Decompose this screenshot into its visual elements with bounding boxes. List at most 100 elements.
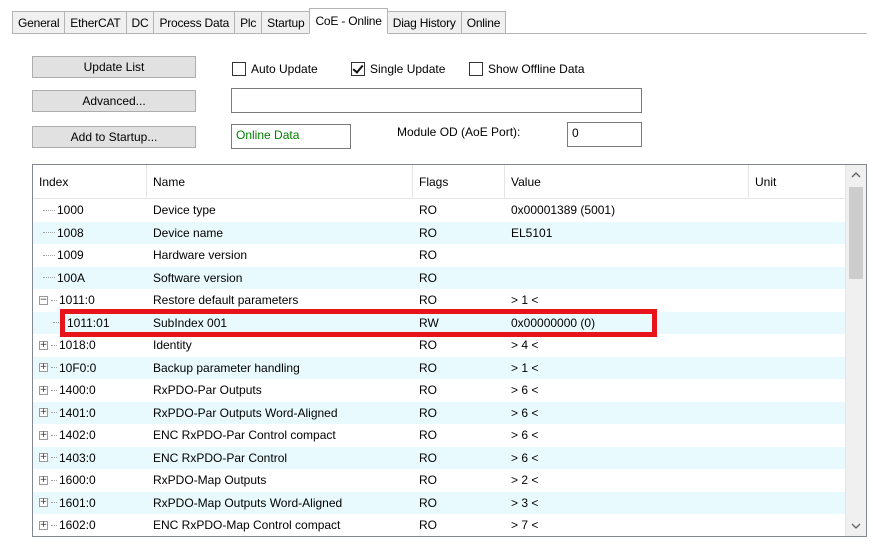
cell-index: +1601:0: [39, 492, 149, 515]
cell-name: Hardware version: [153, 248, 248, 263]
expand-icon[interactable]: +: [39, 475, 48, 485]
cell-flags: RW: [419, 315, 439, 330]
column-header-unit[interactable]: Unit: [749, 165, 845, 199]
table-row[interactable]: +1602:0 ENC RxPDO-Map Control compact RO > …: [33, 514, 845, 536]
cell-flags: RO: [419, 450, 437, 465]
tab-startup[interactable]: Startup: [261, 11, 311, 33]
cell-flags: RO: [419, 360, 437, 375]
tab-process-data[interactable]: Process Data: [153, 11, 236, 33]
collapse-icon[interactable]: −: [39, 295, 48, 305]
cell-name: Software version: [153, 270, 243, 285]
tab-dc[interactable]: DC: [125, 11, 155, 33]
coe-object-list[interactable]: Index Name Flags Value Unit 1000 Device t…: [32, 164, 867, 537]
table-row[interactable]: +1402:0 ENC RxPDO-Par Control compact RO > …: [33, 424, 845, 447]
expand-icon[interactable]: +: [39, 453, 48, 463]
index-text: 1000: [57, 203, 84, 218]
column-header-index[interactable]: Index: [33, 165, 147, 199]
update-list-button[interactable]: Update List: [32, 56, 196, 78]
cell-name: RxPDO-Par Outputs: [153, 383, 262, 398]
show-offline-data-checkbox[interactable]: Show Offline Data: [469, 61, 585, 77]
cell-index: +1018:0: [39, 334, 149, 357]
cell-index: 1000: [39, 199, 149, 222]
tab-plc[interactable]: Plc: [234, 11, 263, 33]
table-row[interactable]: +10F0:0 Backup parameter handling RO > 1 <: [33, 356, 845, 379]
expand-icon[interactable]: +: [39, 430, 48, 440]
index-text: 100A: [57, 270, 86, 285]
cell-unit: [755, 334, 843, 357]
add-to-startup-button[interactable]: Add to Startup...: [32, 126, 196, 148]
column-header-name[interactable]: Name: [147, 165, 413, 199]
cell-value: > 3 <: [511, 495, 539, 510]
cell-value: EL5101: [511, 225, 553, 240]
cell-name: Identity: [153, 338, 192, 353]
tree-line: [51, 367, 57, 369]
tab-online[interactable]: Online: [460, 11, 507, 33]
table-row[interactable]: +1401:0 RxPDO-Par Outputs Word-Aligned RO >…: [33, 401, 845, 424]
tree-line: [43, 254, 55, 256]
cell-index: +1402:0: [39, 424, 149, 447]
index-text: 1400:0: [59, 383, 96, 398]
cell-index: +1600:0: [39, 469, 149, 492]
table-row[interactable]: 1000 Device type RO 0x00001389 (5001): [33, 199, 845, 222]
list-rows: 1000 Device type RO 0x00001389 (5001) 1008 De…: [33, 199, 845, 536]
table-row[interactable]: 100A Software version RO: [33, 266, 845, 289]
cell-unit: [755, 469, 843, 492]
cell-name: SubIndex 001: [153, 315, 228, 330]
index-text: 1600:0: [59, 473, 96, 488]
module-od-input[interactable]: 0: [567, 122, 642, 147]
cell-name: RxPDO-Map Outputs: [153, 473, 267, 488]
table-row[interactable]: − 1011:0 Restore default parameters RO > 1 <: [33, 289, 845, 312]
tree-line: [51, 412, 57, 414]
cell-unit: [755, 244, 843, 267]
table-row[interactable]: +1600:0 RxPDO-Map Outputs RO > 2 <: [33, 469, 845, 492]
index-text: 1403:0: [59, 450, 96, 465]
table-row[interactable]: +1400:0 RxPDO-Par Outputs RO > 6 <: [33, 379, 845, 402]
tab-ethercat[interactable]: EtherCAT: [64, 11, 127, 33]
advanced-button[interactable]: Advanced...: [32, 90, 196, 112]
cell-name: RxPDO-Par Outputs Word-Aligned: [153, 405, 338, 420]
column-header-value[interactable]: Value: [505, 165, 749, 199]
tab-diag-history[interactable]: Diag History: [386, 11, 462, 33]
cell-flags: RO: [419, 270, 437, 285]
tab-general[interactable]: General: [12, 11, 66, 33]
tree-line: [43, 209, 55, 211]
auto-update-checkbox[interactable]: Auto Update: [232, 61, 318, 77]
cell-name: ENC RxPDO-Par Control: [153, 450, 288, 465]
column-header-flags[interactable]: Flags: [413, 165, 505, 199]
checkbox-box[interactable]: [232, 62, 246, 76]
table-row[interactable]: +1018:0 Identity RO > 4 <: [33, 334, 845, 357]
cell-flags: RO: [419, 405, 437, 420]
tree-line: [43, 232, 55, 234]
tree-line: [51, 434, 57, 436]
checkbox-box[interactable]: [469, 62, 483, 76]
cell-unit: [755, 424, 843, 447]
cell-flags: RO: [419, 248, 437, 263]
tree-line: [51, 344, 57, 346]
scrollbar-thumb[interactable]: [849, 187, 863, 279]
expand-icon[interactable]: +: [39, 520, 48, 530]
single-update-checkbox[interactable]: Single Update: [351, 61, 445, 77]
cell-name: ENC RxPDO-Map Control compact: [153, 518, 341, 533]
checkbox-box[interactable]: [351, 62, 365, 76]
cell-flags: RO: [419, 383, 437, 398]
vertical-scrollbar[interactable]: [845, 165, 866, 536]
tab-coe-online[interactable]: CoE - Online: [309, 8, 388, 34]
scroll-up-icon[interactable]: [846, 165, 866, 185]
table-row[interactable]: +1403:0 ENC RxPDO-Par Control RO > 6 <: [33, 446, 845, 469]
expand-icon[interactable]: +: [39, 363, 48, 373]
table-row[interactable]: 1009 Hardware version RO: [33, 244, 845, 267]
expand-icon[interactable]: +: [39, 408, 48, 418]
expand-icon[interactable]: +: [39, 498, 48, 508]
table-row[interactable]: 1008 Device name RO EL5101: [33, 221, 845, 244]
table-row[interactable]: 1011:01 SubIndex 001 RW 0x00000000 (0): [33, 311, 845, 334]
filter-input[interactable]: [231, 88, 642, 113]
cell-value: > 2 <: [511, 473, 539, 488]
index-text: 1009: [57, 248, 84, 263]
tree-line: [51, 502, 57, 504]
expand-icon[interactable]: +: [39, 340, 48, 350]
scroll-down-icon[interactable]: [846, 516, 866, 536]
table-row[interactable]: +1601:0 RxPDO-Map Outputs Word-Aligned RO >…: [33, 491, 845, 515]
expand-icon[interactable]: +: [39, 385, 48, 395]
index-text: 1401:0: [59, 405, 96, 420]
tree-line: [51, 479, 57, 481]
